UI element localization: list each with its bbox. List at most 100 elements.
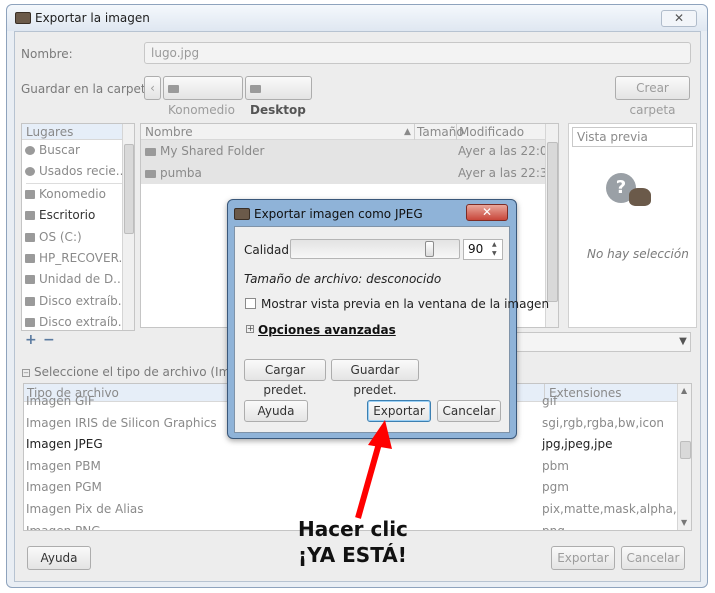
crumb-label: Konomedio bbox=[168, 103, 235, 117]
filetype-expander[interactable]: − Seleccione el tipo de archivo (Imagen bbox=[22, 365, 260, 379]
places-item[interactable]: Disco extraíb... bbox=[22, 291, 134, 312]
places-item[interactable]: Konomedio bbox=[22, 184, 134, 205]
col-modified[interactable]: Modificado bbox=[456, 124, 524, 140]
show-preview-checkbox[interactable] bbox=[245, 298, 256, 309]
path-back-icon[interactable]: ‹ bbox=[144, 76, 161, 100]
dialog-title: Exportar imagen como JPEG bbox=[254, 207, 423, 221]
expand-icon[interactable]: + bbox=[246, 325, 254, 333]
show-preview-label[interactable]: Mostrar vista previa en la ventana de la… bbox=[261, 297, 549, 311]
file-name: My Shared Folder bbox=[160, 144, 265, 158]
dialog-help-button[interactable]: Ayuda bbox=[244, 400, 308, 422]
file-modified: Ayer a las 22:30 bbox=[458, 166, 556, 180]
sort-up-icon: ▲ bbox=[404, 127, 411, 137]
red-arrow-annotation bbox=[355, 420, 392, 519]
search-icon bbox=[25, 146, 35, 155]
places-scrollbar[interactable] bbox=[122, 124, 134, 330]
filetype-name: Imagen GIF bbox=[26, 394, 95, 408]
places-item-label: Usados recie... bbox=[39, 164, 128, 179]
places-item[interactable]: Buscar bbox=[22, 140, 134, 161]
filename-field[interactable]: lugo.jpg bbox=[144, 42, 691, 64]
annotation-click-text: Hacer clic bbox=[298, 517, 408, 541]
places-item[interactable]: Usados recie... bbox=[22, 161, 134, 182]
quality-label: Calidad: bbox=[244, 243, 294, 257]
home-folder-icon bbox=[25, 189, 35, 199]
cancel-button[interactable]: Cancelar bbox=[621, 546, 685, 570]
load-defaults-button[interactable]: Cargar predet. bbox=[244, 359, 326, 397]
help-button[interactable]: Ayuda bbox=[27, 546, 91, 570]
places-item[interactable]: Escritorio bbox=[22, 205, 134, 226]
file-size-text: Tamaño de archivo: desconocido bbox=[244, 272, 442, 286]
add-bookmark-icon[interactable]: + bbox=[25, 332, 37, 348]
col-name[interactable]: Nombre bbox=[145, 124, 193, 140]
places-pane: Lugares Buscar Usados recie... Konomedio Es… bbox=[21, 123, 135, 331]
crumb-konomedio[interactable]: Konomedio bbox=[163, 76, 243, 117]
removable-drive-icon bbox=[25, 318, 35, 328]
file-list-header: Nombre ▲ Tamaño Modificado bbox=[141, 124, 558, 140]
quality-slider[interactable] bbox=[290, 239, 460, 259]
slider-handle[interactable] bbox=[425, 241, 435, 257]
places-item[interactable]: HP_RECOVER... bbox=[22, 248, 134, 269]
spin-arrows-icon[interactable]: ▲ ▼ bbox=[492, 240, 497, 258]
filetype-name: Imagen JPEG bbox=[26, 437, 103, 452]
places-item-label: Escritorio bbox=[39, 208, 96, 223]
file-row[interactable]: pumba Ayer a las 22:30 bbox=[141, 162, 558, 184]
create-folder-button[interactable]: Crear carpeta bbox=[615, 76, 690, 117]
scroll-thumb[interactable] bbox=[680, 441, 691, 459]
arrow-shaft bbox=[355, 439, 383, 519]
drive-icon bbox=[25, 275, 35, 285]
file-name: pumba bbox=[160, 166, 202, 180]
places-item-label: Buscar bbox=[39, 143, 80, 157]
jpeg-export-dialog: Exportar imagen como JPEG ✕ Calidad: 90 … bbox=[227, 199, 549, 439]
filetype-name: Imagen Pix de Alias bbox=[26, 501, 144, 516]
arrow-head bbox=[368, 420, 392, 449]
dialog-body: Calidad: 90 ▲ ▼ Tamaño de archivo: descon… bbox=[234, 226, 549, 433]
annotation-done-text: ¡YA ESTÁ! bbox=[298, 543, 407, 567]
save-defaults-button[interactable]: Guardar predet. bbox=[331, 359, 419, 397]
scroll-up-icon[interactable]: ▲ bbox=[681, 386, 687, 395]
filetype-scrollbar[interactable]: ▲ ▼ bbox=[677, 384, 691, 530]
places-item[interactable]: Unidad de D... bbox=[22, 269, 134, 290]
scroll-down-icon[interactable]: ▼ bbox=[681, 518, 687, 527]
name-label: Nombre: bbox=[21, 47, 73, 61]
places-item-label: Disco extraíb... bbox=[39, 293, 130, 308]
places-header[interactable]: Lugares bbox=[22, 124, 134, 140]
gimp-icon bbox=[234, 208, 250, 220]
places-item-label: OS (C:) bbox=[39, 229, 82, 244]
drive-icon bbox=[25, 232, 35, 242]
filetype-ext: png bbox=[542, 523, 565, 531]
preview-header: Vista previa bbox=[572, 127, 693, 147]
export-button[interactable]: Exportar bbox=[551, 546, 615, 570]
collapse-icon: − bbox=[22, 369, 30, 377]
close-icon[interactable]: ✕ bbox=[661, 10, 697, 27]
no-selection-text: No hay selección bbox=[587, 247, 689, 261]
scroll-thumb[interactable] bbox=[547, 142, 558, 302]
title-bar: Exportar la imagen ✕ bbox=[7, 5, 707, 31]
dialog-close-icon[interactable]: ✕ bbox=[466, 204, 508, 221]
filetype-ext: pix,matte,mask,alpha,als bbox=[542, 501, 692, 516]
filetype-ext: jpg,jpeg,jpe bbox=[542, 437, 613, 452]
advanced-options-toggle[interactable]: Opciones avanzadas bbox=[258, 323, 396, 337]
places-item-label: HP_RECOVER... bbox=[39, 250, 130, 265]
dialog-cancel-button[interactable]: Cancelar bbox=[437, 400, 501, 422]
remove-bookmark-icon[interactable]: − bbox=[43, 332, 55, 348]
folder-icon bbox=[145, 148, 156, 156]
file-row[interactable]: My Shared Folder Ayer a las 22:02 bbox=[141, 140, 558, 162]
quality-spinbox[interactable]: 90 ▲ ▼ bbox=[463, 239, 503, 260]
filetype-ext: gif bbox=[542, 394, 558, 408]
crumb-desktop[interactable]: Desktop bbox=[245, 76, 312, 117]
places-item[interactable]: OS (C:) bbox=[22, 227, 134, 248]
gimp-icon bbox=[15, 12, 31, 24]
save-in-folder-label: Guardar en la carpeta: bbox=[21, 82, 157, 96]
recent-icon bbox=[25, 167, 35, 177]
places-item-label: Disco extraíb... bbox=[39, 315, 130, 330]
places-item-label: Unidad de D... bbox=[39, 272, 125, 287]
gimp-mascot-icon bbox=[629, 188, 651, 206]
scroll-thumb[interactable] bbox=[124, 144, 134, 234]
file-modified: Ayer a las 22:02 bbox=[458, 144, 556, 158]
folder-icon bbox=[168, 85, 179, 93]
filetype-ext: pbm bbox=[542, 458, 569, 473]
chevron-down-icon: ▼ bbox=[679, 336, 687, 347]
filetype-name: Imagen PBM bbox=[26, 458, 101, 473]
places-item[interactable]: Disco extraíb... bbox=[22, 312, 134, 330]
window-title: Exportar la imagen bbox=[35, 11, 150, 25]
